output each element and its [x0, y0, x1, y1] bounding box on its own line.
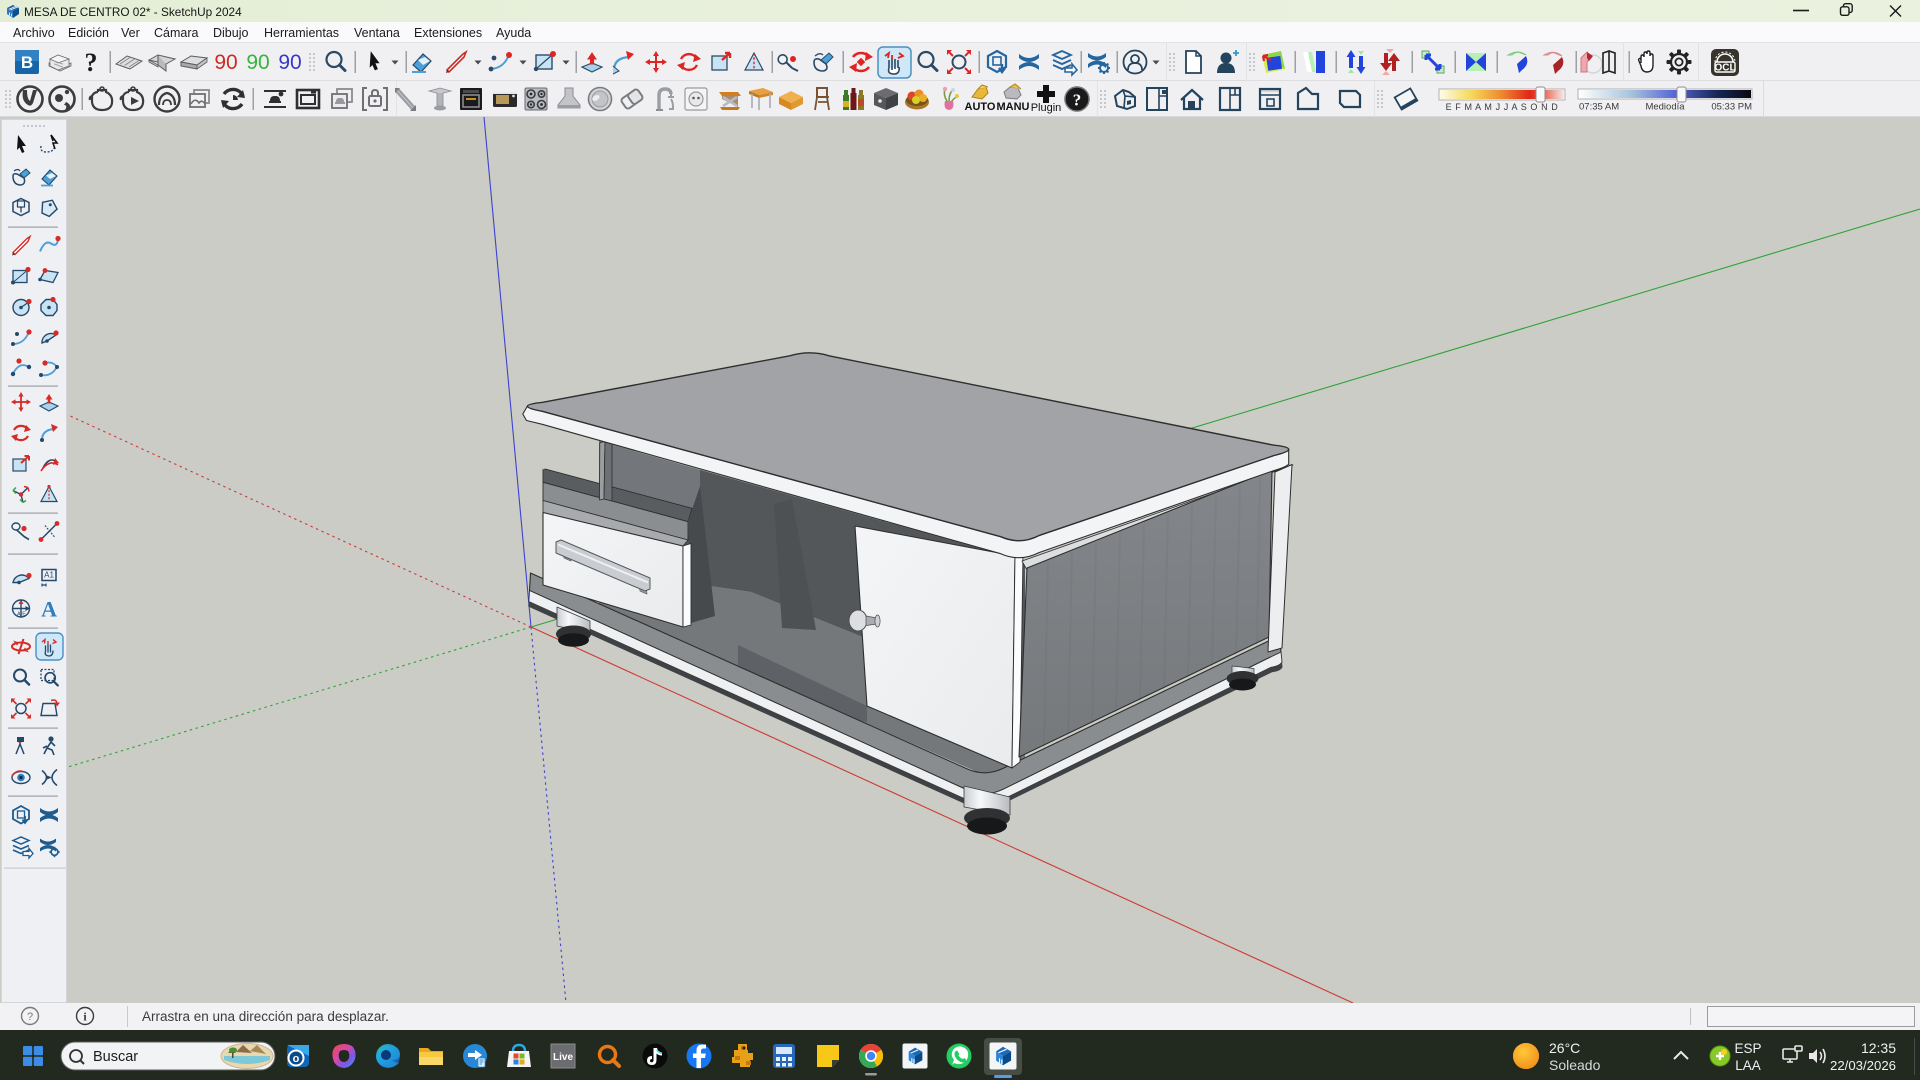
svg-text:Plugin: Plugin [1031, 102, 1062, 114]
svg-text:Mediodía: Mediodía [1645, 102, 1685, 113]
svg-text:E F M A M J J A S O N D: E F M A M J J A S O N D [1446, 102, 1559, 112]
svg-text:?: ? [85, 48, 98, 77]
svg-text:A: A [41, 597, 57, 622]
svg-text:A1: A1 [44, 571, 54, 580]
svg-text:LAA: LAA [1735, 1058, 1761, 1073]
svg-text:12:35: 12:35 [1861, 1040, 1896, 1056]
svg-text:A:E: A:E [17, 612, 26, 618]
svg-text:B: B [21, 53, 33, 72]
svg-text:90: 90 [278, 51, 301, 74]
svg-text:Soleado: Soleado [1549, 1057, 1601, 1073]
svg-text:Live: Live [553, 1052, 573, 1063]
svg-text:22/03/2026: 22/03/2026 [1830, 1058, 1896, 1073]
svg-text:ESP: ESP [1734, 1041, 1761, 1056]
svg-text:90: 90 [246, 51, 269, 74]
svg-text:AUTO: AUTO [965, 101, 996, 113]
svg-text:?: ? [27, 1011, 33, 1023]
svg-text:07:35 AM: 07:35 AM [1579, 102, 1619, 113]
svg-text:90: 90 [214, 51, 237, 74]
svg-text:MANU: MANU [997, 101, 1030, 113]
svg-text:26°C: 26°C [1549, 1040, 1580, 1056]
svg-text:o: o [293, 1053, 300, 1065]
svg-text:05:33 PM: 05:33 PM [1711, 102, 1752, 113]
svg-text:i: i [83, 1010, 87, 1024]
svg-text:Buscar: Buscar [93, 1049, 138, 1065]
svg-text:OCL: OCL [1714, 63, 1735, 74]
svg-text:?: ? [1073, 91, 1082, 110]
